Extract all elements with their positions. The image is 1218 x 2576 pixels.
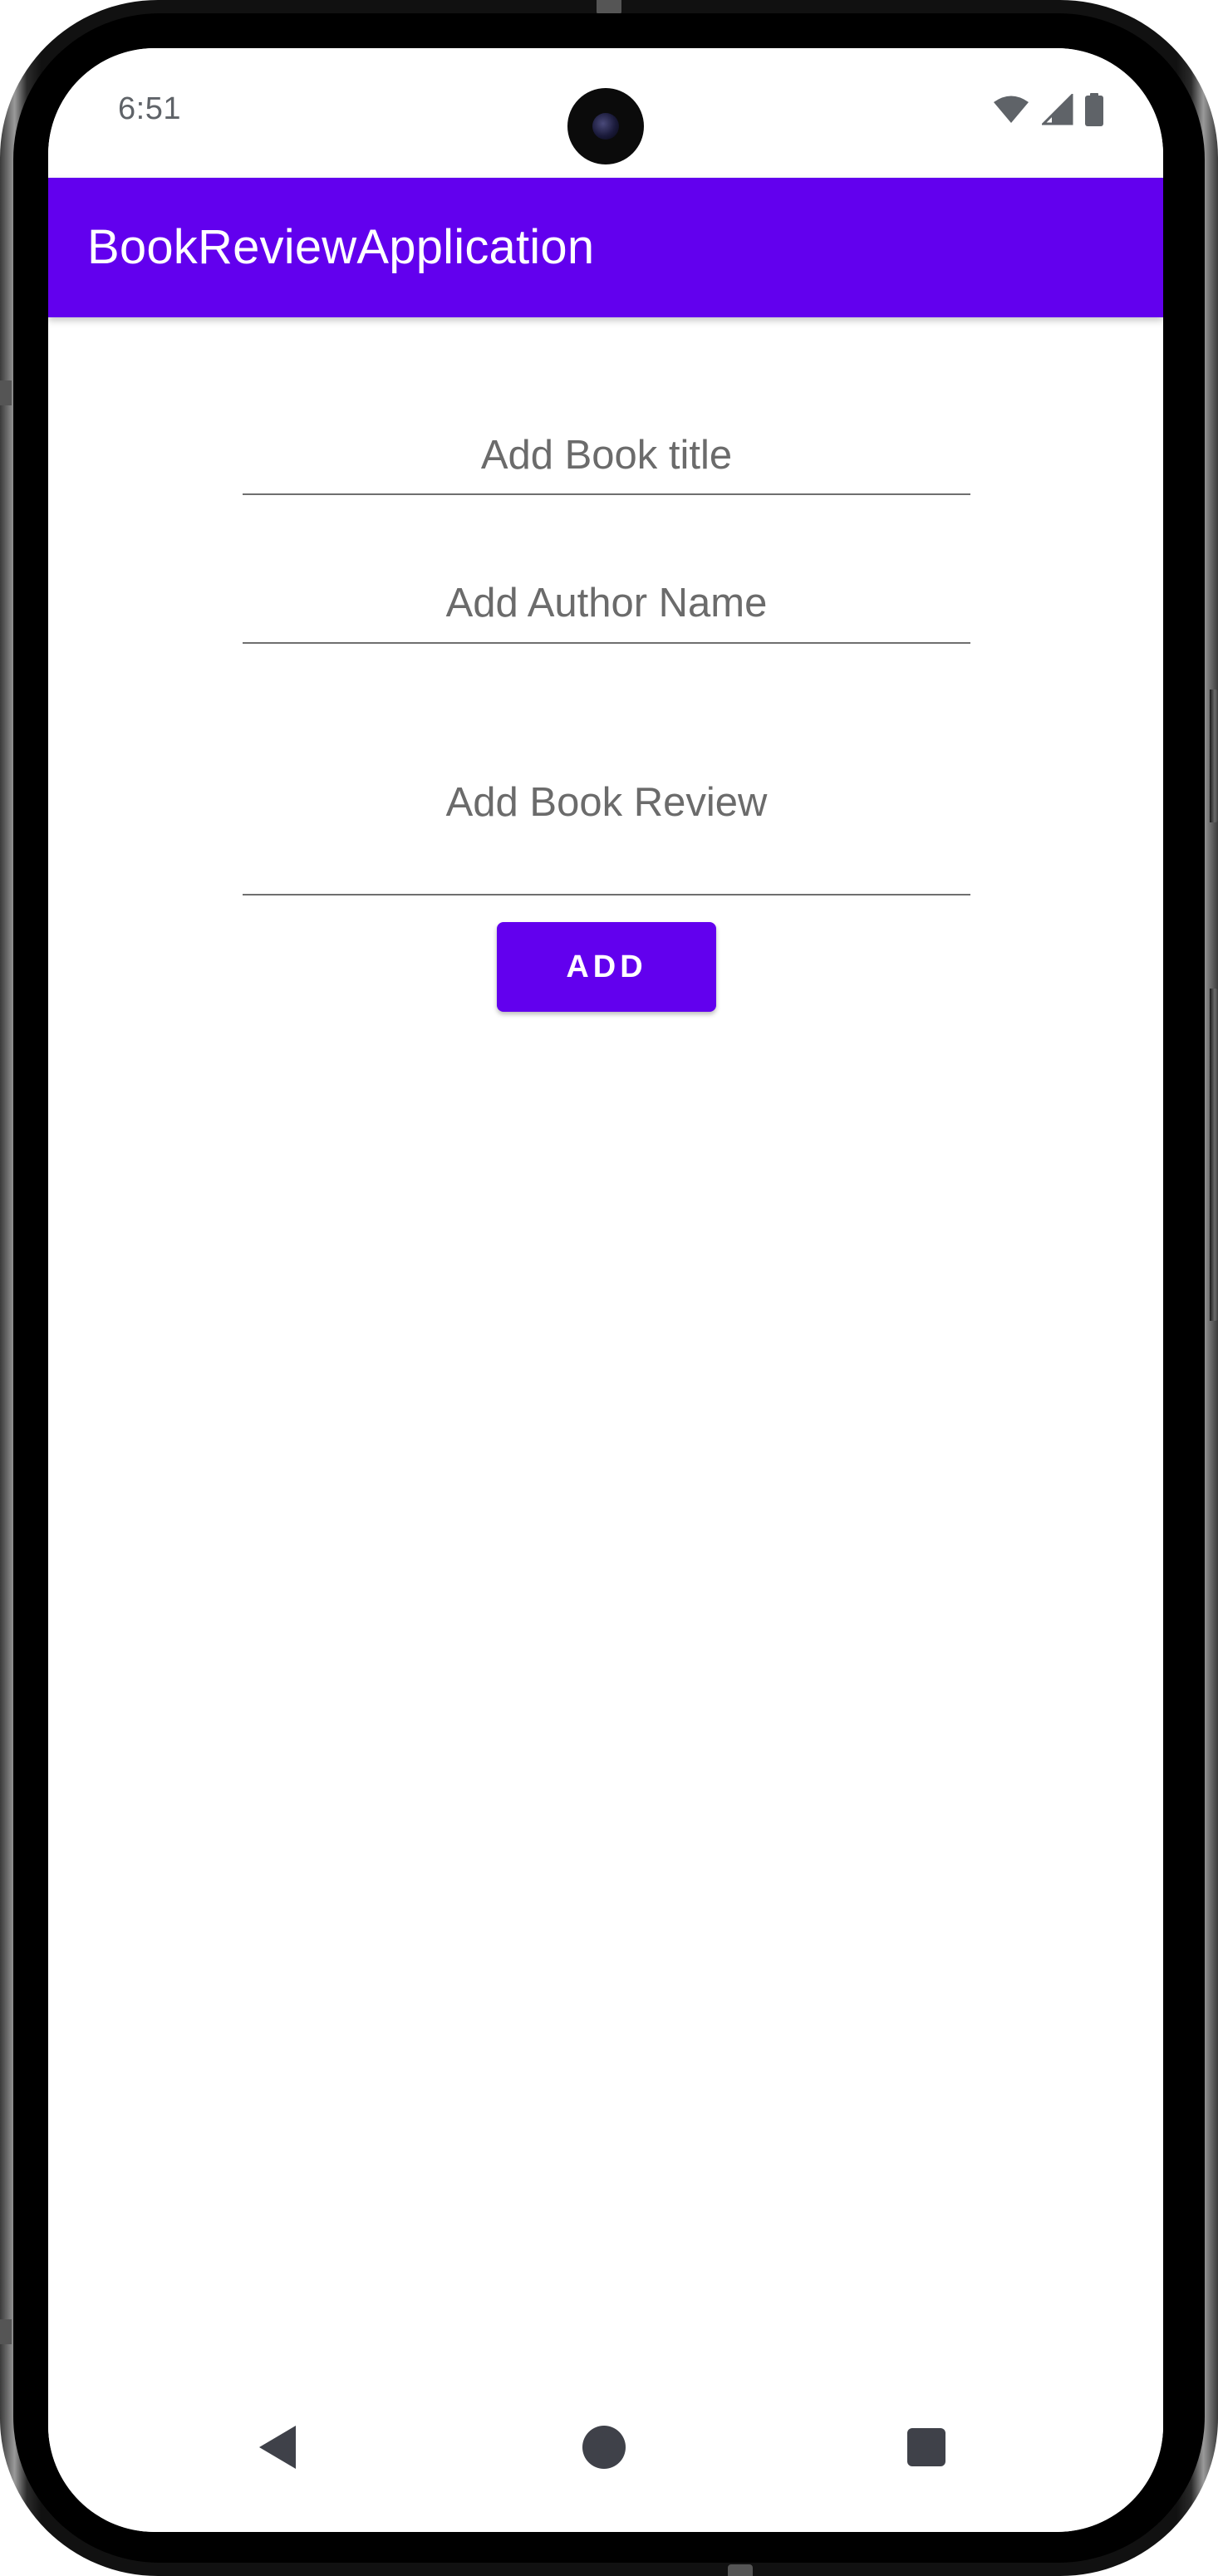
front-camera bbox=[567, 88, 644, 164]
author-name-placeholder: Add Author Name bbox=[445, 581, 768, 626]
frame-left-slit bbox=[0, 2319, 12, 2344]
book-review-placeholder: Add Book Review bbox=[445, 780, 768, 825]
battery-icon bbox=[1085, 92, 1103, 130]
wifi-icon bbox=[992, 95, 1030, 129]
recents-icon[interactable] bbox=[907, 2428, 945, 2466]
status-time: 6:51 bbox=[118, 91, 181, 126]
frame-left-slit bbox=[0, 380, 12, 405]
home-icon[interactable] bbox=[582, 2426, 626, 2469]
screen: 6:51 BookReviewApplication Add Book titl… bbox=[48, 48, 1163, 2532]
device-frame: 6:51 BookReviewApplication Add Book titl… bbox=[0, 0, 1218, 2576]
status-icons bbox=[992, 91, 1103, 130]
camera-lens bbox=[592, 113, 619, 140]
author-name-input[interactable]: Add Author Name bbox=[243, 530, 970, 644]
app-title: BookReviewApplication bbox=[87, 220, 595, 274]
add-button[interactable]: ADD bbox=[497, 922, 716, 1012]
back-icon[interactable] bbox=[259, 2426, 296, 2469]
frame-bottom-notch bbox=[728, 2564, 753, 2576]
status-bar: 6:51 bbox=[48, 48, 1163, 178]
volume-button bbox=[1210, 689, 1218, 822]
book-title-placeholder: Add Book title bbox=[480, 433, 733, 478]
power-button bbox=[1210, 989, 1218, 1321]
navigation-bar bbox=[48, 2382, 1163, 2532]
book-review-input[interactable]: Add Book Review bbox=[243, 704, 970, 895]
book-title-input[interactable]: Add Book title bbox=[243, 380, 970, 495]
signal-icon bbox=[1040, 91, 1073, 130]
app-bar: BookReviewApplication bbox=[48, 178, 1163, 317]
